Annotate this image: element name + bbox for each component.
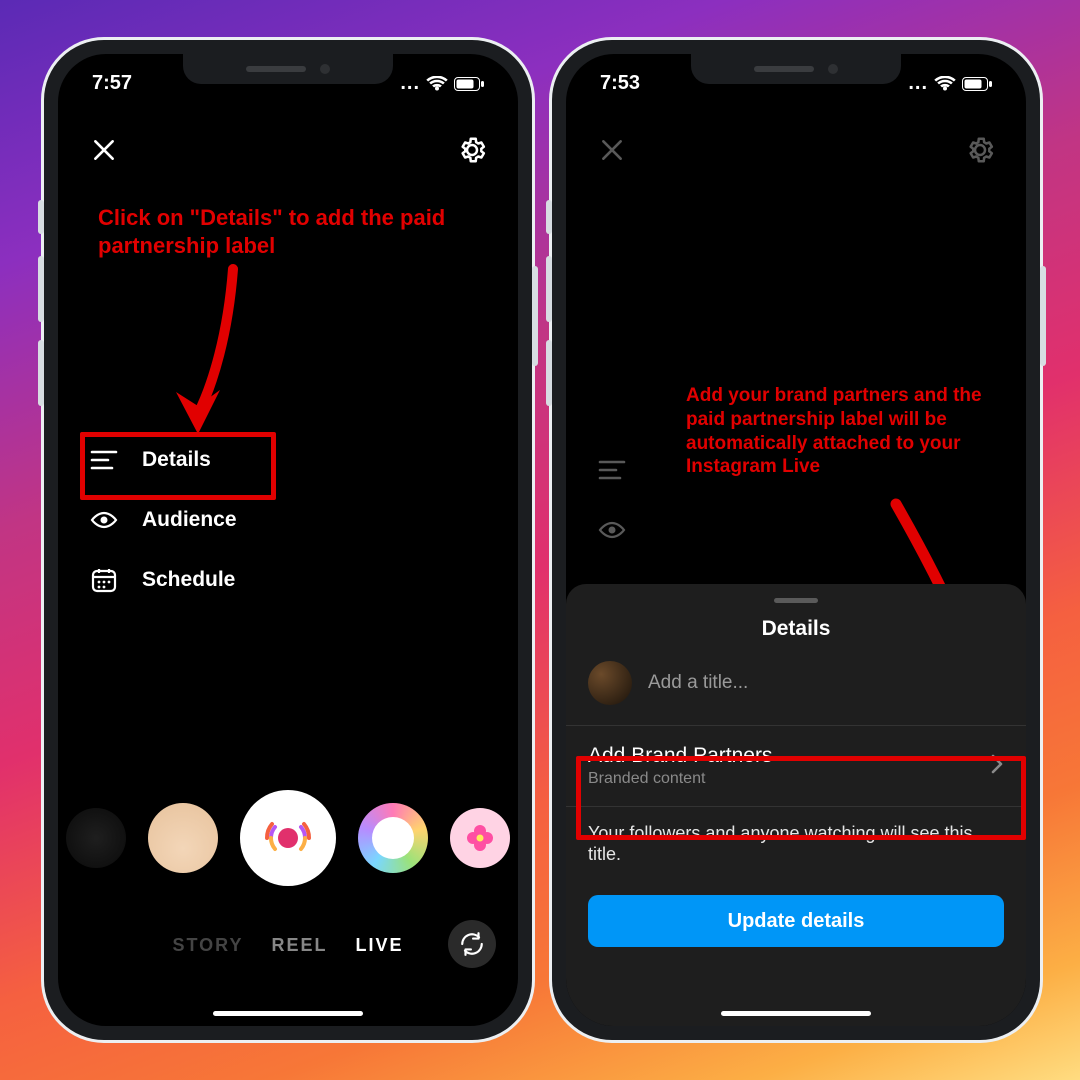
side-button — [546, 200, 552, 234]
mode-live[interactable]: LIVE — [356, 935, 404, 956]
menu-label: Schedule — [142, 568, 235, 592]
menu-item-schedule[interactable]: Schedule — [88, 564, 237, 596]
brand-partners-subtitle: Branded content — [588, 770, 772, 788]
annotation-text: Click on "Details" to add the paid partn… — [98, 204, 478, 259]
sheet-title: Details — [566, 617, 1026, 641]
side-button — [38, 340, 44, 406]
phone-frame-left: 7:57 ... Click — [44, 40, 532, 1040]
audience-icon — [88, 504, 120, 536]
button-label: Update details — [728, 910, 865, 933]
annotation-arrow-icon — [158, 264, 278, 444]
menu-label: Audience — [142, 508, 237, 532]
live-setup-menu-dimmed — [596, 454, 628, 546]
details-icon — [596, 454, 628, 486]
filter-carousel[interactable] — [58, 788, 518, 888]
top-bar — [58, 120, 518, 180]
title-input[interactable]: Add a title... — [648, 672, 748, 694]
battery-icon — [454, 77, 484, 91]
sheet-note: Your followers and anyone watching will … — [566, 807, 1026, 865]
avatar — [588, 661, 632, 705]
update-details-button[interactable]: Update details — [588, 895, 1004, 947]
home-indicator[interactable] — [213, 1011, 363, 1016]
menu-label: Details — [142, 448, 211, 472]
shutter-button[interactable] — [240, 790, 336, 886]
filter-thumb[interactable] — [148, 803, 218, 873]
screen-left: 7:57 ... Click — [58, 54, 518, 1026]
filter-thumb[interactable] — [66, 808, 126, 868]
status-time: 7:53 — [600, 72, 640, 95]
close-icon[interactable] — [592, 130, 632, 170]
screen-right: 7:53 ... — [566, 54, 1026, 1026]
wifi-icon — [934, 76, 956, 92]
details-sheet: Details Add a title... Add Brand Partner… — [566, 584, 1026, 1026]
tutorial-canvas: 7:57 ... Click — [0, 0, 1080, 1080]
status-bar: 7:53 ... — [566, 72, 1026, 95]
audience-icon — [596, 514, 628, 546]
side-button — [1040, 266, 1046, 366]
live-setup-menu: Details Audience Schedule — [88, 444, 237, 596]
gear-icon[interactable] — [452, 130, 492, 170]
annotation-text: Add your brand partners and the paid par… — [686, 384, 1006, 479]
filter-thumb[interactable] — [450, 808, 510, 868]
menu-item-audience[interactable]: Audience — [88, 504, 237, 536]
schedule-icon — [88, 564, 120, 596]
side-button — [38, 200, 44, 234]
side-button — [532, 266, 538, 366]
side-button — [38, 256, 44, 322]
mode-story[interactable]: STORY — [172, 935, 243, 956]
status-time: 7:57 — [92, 72, 132, 95]
cellular-icon: ... — [908, 72, 928, 95]
title-input-row[interactable]: Add a title... — [566, 661, 1026, 725]
sheet-grabber[interactable] — [774, 598, 818, 603]
chevron-right-icon — [990, 753, 1004, 780]
home-indicator[interactable] — [721, 1011, 871, 1016]
close-icon[interactable] — [84, 130, 124, 170]
battery-icon — [962, 77, 992, 91]
details-icon — [88, 444, 120, 476]
phone-frame-right: 7:53 ... — [552, 40, 1040, 1040]
side-button — [546, 340, 552, 406]
filter-thumb[interactable] — [358, 803, 428, 873]
status-bar: 7:57 ... — [58, 72, 518, 95]
side-button — [546, 256, 552, 322]
add-brand-partners-row[interactable]: Add Brand Partners Branded content — [566, 726, 1026, 806]
menu-item-details[interactable]: Details — [88, 444, 237, 476]
mode-reel[interactable]: REEL — [271, 935, 327, 956]
brand-partners-title: Add Brand Partners — [588, 744, 772, 768]
wifi-icon — [426, 76, 448, 92]
gear-icon[interactable] — [960, 130, 1000, 170]
flip-camera-button[interactable] — [448, 920, 496, 968]
top-bar — [566, 120, 1026, 180]
cellular-icon: ... — [400, 72, 420, 95]
